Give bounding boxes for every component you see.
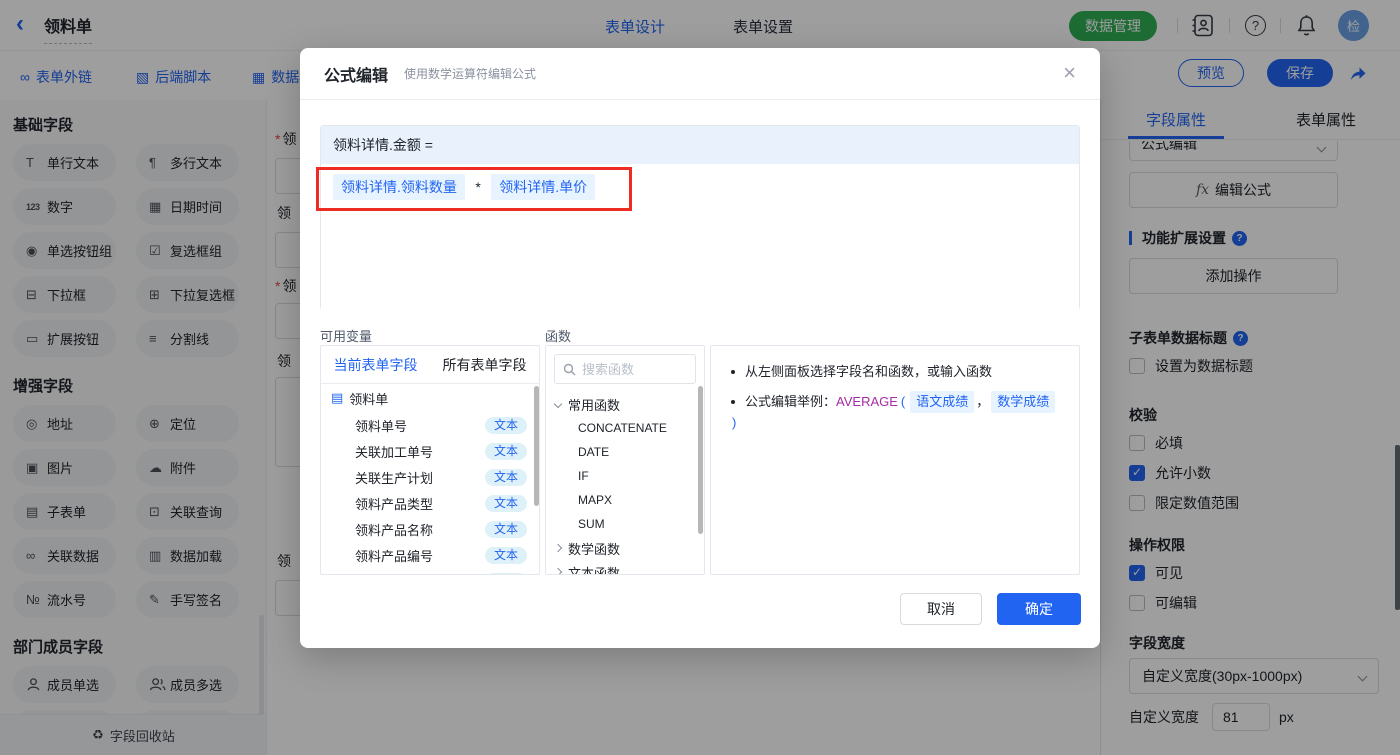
help-example: 公式编辑举例： AVERAGE ( 语文成绩 ， 数学成绩 ) xyxy=(729,391,1061,433)
search-icon xyxy=(563,363,576,375)
function-group-text[interactable]: 文本函数 xyxy=(546,560,704,574)
chevron-right-icon xyxy=(553,543,563,553)
type-badge: 文本 xyxy=(484,468,527,486)
cancel-button[interactable]: 取消 xyxy=(900,593,982,625)
type-badge: 文本 xyxy=(484,520,527,538)
modal-title: 公式编辑 xyxy=(324,67,389,85)
variable-item[interactable]: 领料产品类型 文本 xyxy=(321,490,539,516)
formula-edit-modal: 公式编辑 使用数学运算符编辑公式 × 领料详情.金额 = 领料详情.领料数量 *… xyxy=(300,48,1100,648)
function-item[interactable]: SUM xyxy=(546,512,704,536)
modal-subtitle: 使用数学运算符编辑公式 xyxy=(404,67,537,81)
function-item[interactable]: CONCATENATE xyxy=(546,416,704,440)
function-item[interactable]: MAPX xyxy=(546,488,704,512)
function-search[interactable] xyxy=(554,354,696,384)
formula-field-chip[interactable]: 领料详情.单价 xyxy=(491,174,596,200)
function-search-input[interactable] xyxy=(582,361,682,377)
functions-label: 函数 xyxy=(545,329,572,344)
type-badge: 文本 xyxy=(484,572,527,574)
function-item[interactable]: DATE xyxy=(546,440,704,464)
variable-item[interactable]: 关联生产计划 文本 xyxy=(321,464,539,490)
example-field-chip: 数学成绩 xyxy=(991,391,1056,413)
functions-panel: 常用函数 CONCATENATE DATE IF MAPX SUM 数学函数 文… xyxy=(545,345,705,575)
function-group-common[interactable]: 常用函数 xyxy=(546,392,704,416)
formula-operator: * xyxy=(475,179,481,195)
type-badge: 文本 xyxy=(484,442,527,460)
type-badge: 文本 xyxy=(484,416,527,434)
close-icon[interactable]: × xyxy=(1063,62,1076,84)
tab-all-form-fields[interactable]: 所有表单字段 xyxy=(430,346,539,383)
chevron-down-icon xyxy=(553,399,563,409)
modal-header: 公式编辑 使用数学运算符编辑公式 × xyxy=(300,48,1100,100)
variable-item[interactable]: 领料单号 文本 xyxy=(321,412,539,438)
variables-label: 可用变量 xyxy=(320,329,373,344)
formula-field-chip[interactable]: 领料详情.领料数量 xyxy=(333,174,465,200)
example-field-chip: 语文成绩 xyxy=(910,391,975,413)
form-doc-icon: ▤ xyxy=(331,390,344,405)
formula-help-panel: 从左侧面板选择字段名和函数，或输入函数 公式编辑举例： AVERAGE ( 语文… xyxy=(710,345,1080,575)
formula-target: 领料详情.金额 = xyxy=(321,126,1079,164)
function-item[interactable]: IF xyxy=(546,464,704,488)
tab-current-form-fields[interactable]: 当前表单字段 xyxy=(321,346,430,383)
functions-scrollbar[interactable] xyxy=(698,386,703,534)
formula-input-area[interactable]: 领料详情.领料数量 * 领料详情.单价 xyxy=(321,164,1079,310)
function-group-math[interactable]: 数学函数 xyxy=(546,536,704,560)
type-badge: 文本 xyxy=(484,546,527,564)
variables-panel: 当前表单字段 所有表单字段 ▤ 领料单 领料单号 文本 关联加工单号 文本 关联生产… xyxy=(320,345,540,575)
formula-editor: 领料详情.金额 = 领料详情.领料数量 * 领料详情.单价 xyxy=(320,125,1080,310)
help-tip: 从左侧面板选择字段名和函数，或输入函数 xyxy=(729,362,1061,382)
variable-item[interactable]: 领料产品名称 文本 xyxy=(321,516,539,542)
variable-tree-root[interactable]: ▤ 领料单 xyxy=(321,384,539,412)
variables-scrollbar[interactable] xyxy=(534,386,539,506)
variable-item[interactable]: 关联加工单号 文本 xyxy=(321,438,539,464)
confirm-button[interactable]: 确定 xyxy=(997,593,1081,625)
type-badge: 文本 xyxy=(484,494,527,512)
variable-item[interactable]: 文本 xyxy=(321,568,539,574)
chevron-right-icon xyxy=(553,567,563,574)
variable-item[interactable]: 领料产品编号 文本 xyxy=(321,542,539,568)
